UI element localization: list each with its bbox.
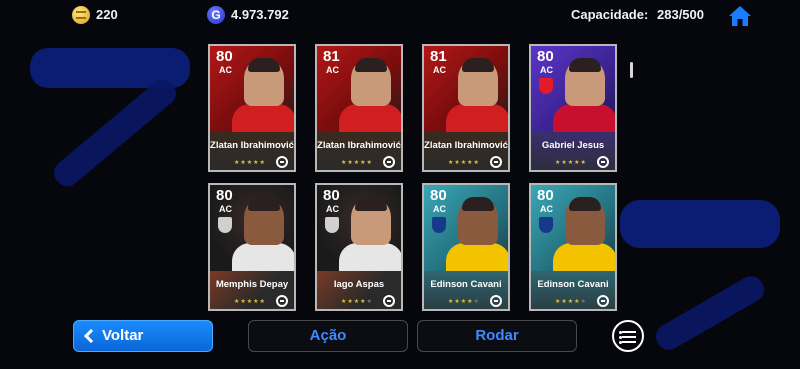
player-shirt: [446, 104, 508, 134]
club-badge-icon: [432, 217, 446, 233]
efootball-logo-icon: [276, 295, 288, 307]
action-button[interactable]: Ação: [248, 320, 408, 352]
player-portrait: [351, 197, 391, 245]
gp-coin-icon: G: [207, 6, 225, 24]
player-overall: 80: [216, 48, 233, 65]
player-rating-stars: ★★★★★: [234, 160, 266, 166]
player-shirt: [553, 243, 615, 273]
player-rating-stars: ★★★★★: [448, 160, 480, 166]
player-position: AC: [433, 65, 446, 75]
player-rating-stars: ★★★★★: [234, 299, 266, 305]
player-shirt: [232, 243, 294, 273]
player-rating-stars: ★★★★★: [555, 299, 587, 305]
efootball-logo-icon: [490, 156, 502, 168]
player-card[interactable]: 80 AC Zlatan Ibrahimović ★★★★★: [208, 44, 296, 172]
gp-balance: 4.973.792: [231, 7, 289, 22]
capacity-label: Capacidade:: [571, 7, 649, 22]
player-rating-stars: ★★★★★: [448, 299, 480, 305]
player-portrait: [458, 58, 498, 106]
player-name: Zlatan Ibrahimović: [317, 140, 401, 151]
roll-button[interactable]: Rodar: [417, 320, 577, 352]
player-name: Zlatan Ibrahimović: [424, 140, 508, 151]
background-shape: [49, 74, 181, 192]
efootball-logo-icon: [383, 156, 395, 168]
player-card[interactable]: 80 AC Memphis Depay ★★★★★: [208, 183, 296, 311]
club-badge-icon: [218, 217, 232, 233]
player-shirt: [232, 104, 294, 134]
player-rating-stars: ★★★★★: [341, 160, 373, 166]
player-overall: 80: [430, 187, 447, 204]
home-icon[interactable]: [728, 5, 752, 27]
gold-balance: 220: [96, 7, 118, 22]
player-shirt: [446, 243, 508, 273]
player-position: AC: [326, 204, 339, 214]
player-shirt: [339, 104, 401, 134]
back-button[interactable]: Voltar: [73, 320, 213, 352]
club-badge-icon: [325, 217, 339, 233]
player-overall: 80: [323, 187, 340, 204]
player-portrait: [351, 58, 391, 106]
player-overall: 81: [323, 48, 340, 65]
player-portrait: [565, 58, 605, 106]
player-rating-stars: ★★★★★: [555, 160, 587, 166]
background-shape: [620, 200, 780, 248]
background-shape: [651, 271, 769, 355]
player-portrait: [565, 197, 605, 245]
player-name: Gabriel Jesus: [541, 140, 605, 151]
player-card[interactable]: 81 AC Zlatan Ibrahimović ★★★★★: [315, 44, 403, 172]
player-name: Memphis Depay: [215, 279, 289, 290]
player-shirt: [339, 243, 401, 273]
player-position: AC: [540, 204, 553, 214]
player-card[interactable]: 81 AC Zlatan Ibrahimović ★★★★★: [422, 44, 510, 172]
player-rating-stars: ★★★★★: [341, 299, 373, 305]
chevron-left-icon: [83, 328, 99, 344]
club-badge-icon: [539, 217, 553, 233]
club-badge-icon: [539, 78, 553, 94]
efootball-logo-icon: [490, 295, 502, 307]
efootball-logo-icon: [597, 156, 609, 168]
back-button-label: Voltar: [102, 327, 144, 344]
efootball-logo-icon: [383, 295, 395, 307]
player-shirt: [553, 104, 615, 134]
capacity-value: 283/500: [657, 7, 704, 22]
player-overall: 80: [216, 187, 233, 204]
player-position: AC: [326, 65, 339, 75]
player-portrait: [244, 197, 284, 245]
player-portrait: [244, 58, 284, 106]
player-name: Zlatan Ibrahimović: [210, 140, 294, 151]
player-card[interactable]: 80 AC Gabriel Jesus ★★★★★: [529, 44, 617, 172]
player-portrait: [458, 197, 498, 245]
efootball-logo-icon: [276, 156, 288, 168]
player-card[interactable]: 80 AC Edinson Cavani ★★★★★: [529, 183, 617, 311]
player-position: AC: [219, 204, 232, 214]
player-overall: 80: [537, 187, 554, 204]
player-overall: 80: [537, 48, 554, 65]
player-overall: 81: [430, 48, 447, 65]
list-menu-icon[interactable]: [612, 320, 644, 352]
player-card[interactable]: 80 AC Iago Aspas ★★★★★: [315, 183, 403, 311]
gold-coin-icon: [72, 6, 90, 24]
player-position: AC: [219, 65, 232, 75]
scrollbar[interactable]: [630, 62, 633, 78]
player-name: Iago Aspas: [333, 279, 385, 290]
player-position: AC: [540, 65, 553, 75]
efootball-logo-icon: [597, 295, 609, 307]
player-card[interactable]: 80 AC Edinson Cavani ★★★★★: [422, 183, 510, 311]
player-name: Edinson Cavani: [430, 279, 502, 290]
player-name: Edinson Cavani: [537, 279, 609, 290]
player-position: AC: [433, 204, 446, 214]
top-bar: 220 G 4.973.792 Capacidade: 283/500: [0, 0, 800, 30]
